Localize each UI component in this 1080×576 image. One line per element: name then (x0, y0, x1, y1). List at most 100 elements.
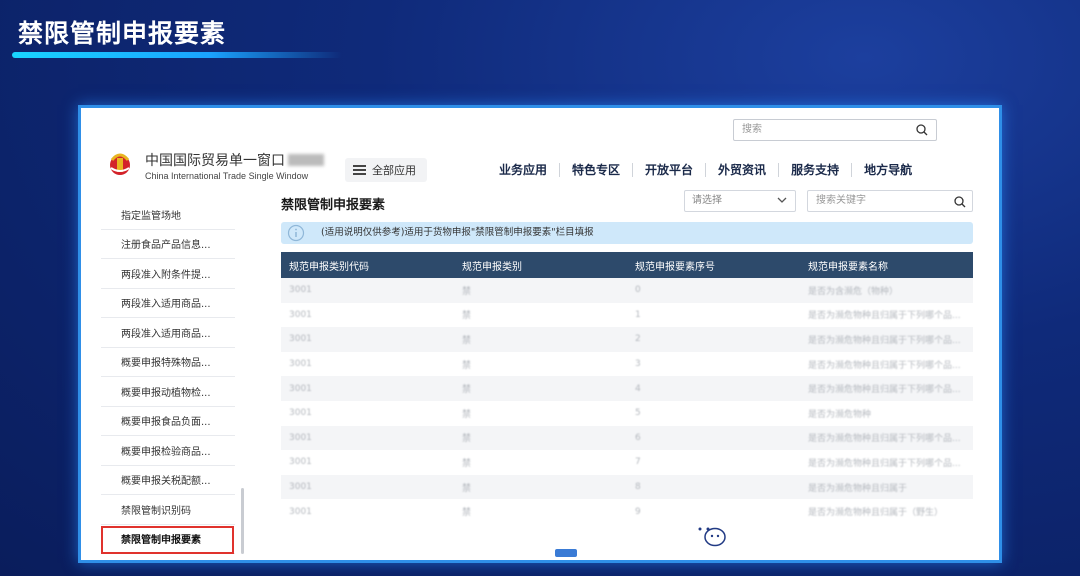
table-cell: 禁 (462, 385, 472, 396)
table-row[interactable]: 3001 禁 8 是否为濒危物种且归属于 (281, 474, 973, 500)
all-apps-button[interactable]: 全部应用 (345, 158, 427, 182)
table-cell: 是否为濒危物种且归属于下列哪个品... (808, 360, 961, 371)
sidebar: 指定监管场地 注册食品产品信息... 两段准入附条件提... 两段准入适用商品.… (101, 200, 235, 554)
logo-title-cn[interactable]: 中国国际贸易单一窗口 (145, 150, 324, 170)
table-cell: 禁 (462, 458, 472, 469)
chevron-down-icon (777, 197, 787, 203)
site-header: 中国国际贸易单一窗口 China International Trade Sin… (81, 108, 999, 193)
all-apps-label: 全部应用 (372, 164, 416, 177)
table-cell: 4 (635, 383, 641, 394)
nav-local[interactable]: 地方导航 (851, 163, 924, 177)
table-cell: 7 (635, 457, 641, 468)
screenshot-frame: 中国国际贸易单一窗口 China International Trade Sin… (78, 105, 1002, 563)
search-icon[interactable] (954, 196, 966, 208)
sidebar-item[interactable]: 指定监管场地 (101, 200, 235, 230)
table-row[interactable]: 3001 禁 4 是否为濒危物种且归属于下列哪个品... (281, 376, 973, 401)
page-title: 禁限管制申报要素 (281, 198, 386, 213)
table-cell: 禁 (462, 360, 472, 371)
menu-icon (353, 165, 366, 175)
column-header: 规范申报类别 (462, 261, 522, 273)
category-select-placeholder: 请选择 (692, 195, 722, 206)
keyword-search-placeholder: 搜索关键字 (816, 195, 866, 206)
sidebar-item[interactable]: 概要申报食品负面... (101, 407, 235, 436)
usage-notice: (适用说明仅供参考)适用于货物申报"禁限管制申报要素"栏目填报 (281, 222, 973, 244)
nav-support[interactable]: 服务支持 (778, 163, 851, 177)
site-search-input[interactable]: 搜索 (733, 119, 937, 141)
table-cell: 是否为含濒危（物种） (808, 286, 899, 297)
table-cell: 1 (635, 309, 641, 320)
usage-notice-text: (适用说明仅供参考)适用于货物申报"禁限管制申报要素"栏目填报 (321, 227, 594, 238)
table-cell: 3 (635, 359, 641, 370)
table-cell: 禁 (462, 508, 472, 519)
watermark-text: 公众号 · 云路网络科技 (736, 522, 987, 550)
table-cell: 3001 (289, 482, 312, 493)
wechat-icon (692, 520, 726, 546)
nav-business-apps[interactable]: 业务应用 (499, 163, 559, 177)
table-body: 3001 禁 0 是否为含濒危（物种） 3001 禁 1 是否为濒危物种且归属于下列哪个品.… (281, 278, 973, 524)
sidebar-item[interactable]: 概要申报关税配额... (101, 466, 235, 495)
table-row[interactable]: 3001 禁 7 是否为濒危物种且归属于下列哪个品... (281, 450, 973, 475)
sidebar-item-active[interactable]: 禁限管制申报要素 (101, 525, 235, 554)
nav-trade-news[interactable]: 外贸资讯 (705, 163, 778, 177)
table-cell: 是否为濒危物种 (808, 409, 872, 420)
sidebar-item[interactable]: 概要申报特殊物品... (101, 348, 235, 377)
single-window-logo-icon (110, 153, 130, 175)
table-row[interactable]: 3001 禁 1 是否为濒危物种且归属于下列哪个品... (281, 303, 973, 328)
sidebar-item[interactable]: 概要申报检验商品... (101, 436, 235, 466)
table-cell: 禁 (462, 311, 472, 322)
table-cell: 3001 (289, 408, 312, 419)
table-row[interactable]: 3001 禁 3 是否为濒危物种且归属于下列哪个品... (281, 352, 973, 377)
table-cell: 6 (635, 432, 641, 443)
declaration-elements-table: 规范申报类别代码 规范申报类别 规范申报要素序号 规范申报要素名称 3001 禁 0… (281, 252, 973, 524)
sidebar-item[interactable]: 两段准入适用商品... (101, 318, 235, 348)
table-header: 规范申报类别代码 规范申报类别 规范申报要素序号 规范申报要素名称 (281, 252, 973, 278)
pagination-current[interactable] (555, 549, 577, 557)
table-cell: 8 (635, 482, 641, 493)
table-cell: 是否为濒危物种且归属于下列哪个品... (808, 311, 961, 322)
table-cell: 3001 (289, 359, 312, 370)
category-select[interactable]: 请选择 (684, 190, 796, 212)
column-header: 规范申报要素名称 (808, 261, 888, 273)
table-cell: 是否为濒危物种且归属于下列哪个品... (808, 335, 961, 346)
nav-open-platform[interactable]: 开放平台 (632, 163, 705, 177)
table-cell: 5 (635, 408, 641, 419)
sidebar-item[interactable]: 两段准入适用商品... (101, 289, 235, 318)
logo-title-en: China International Trade Single Window (145, 171, 309, 181)
table-cell: 是否为濒危物种且归属于下列哪个品... (808, 385, 961, 396)
table-cell: 3001 (289, 309, 312, 320)
table-row[interactable]: 3001 禁 6 是否为濒危物种且归属于下列哪个品... (281, 425, 973, 451)
table-row[interactable]: 3001 禁 0 是否为含濒危（物种） (281, 278, 973, 303)
sidebar-item[interactable]: 概要申报动植物检... (101, 377, 235, 407)
sidebar-item[interactable]: 禁限管制识别码 (101, 495, 235, 525)
nav-featured-zone[interactable]: 特色专区 (559, 163, 632, 177)
search-icon[interactable] (916, 124, 928, 136)
table-cell: 3001 (289, 506, 312, 517)
table-row[interactable]: 3001 禁 2 是否为濒危物种且归属于下列哪个品... (281, 327, 973, 352)
table-cell: 3001 (289, 432, 312, 443)
table-cell: 是否为濒危物种且归属于下列哪个品... (808, 458, 961, 469)
site-search-placeholder: 搜索 (742, 124, 762, 135)
wechat-watermark: 公众号 · 云路网络科技 (690, 516, 987, 551)
sidebar-item[interactable]: 注册食品产品信息... (101, 230, 235, 259)
table-cell: 3001 (289, 457, 312, 468)
title-underline (12, 52, 342, 58)
table-cell: 禁 (462, 434, 472, 445)
sidebar-scrollbar[interactable] (241, 488, 244, 554)
column-header: 规范申报要素序号 (635, 261, 715, 273)
table-cell: 禁 (462, 409, 472, 420)
table-cell: 是否为濒危物种且归属于 (808, 483, 908, 494)
table-cell: 是否为濒危物种且归属于下列哪个品... (808, 434, 961, 445)
table-row[interactable]: 3001 禁 5 是否为濒危物种 (281, 401, 973, 426)
table-cell: 3001 (289, 334, 312, 345)
table-cell: 禁 (462, 335, 472, 346)
table-cell: 3001 (289, 285, 312, 296)
table-cell: 2 (635, 334, 641, 345)
info-icon (287, 224, 305, 242)
keyword-search-input[interactable]: 搜索关键字 (807, 190, 973, 212)
main-nav: 业务应用 特色专区 开放平台 外贸资讯 服务支持 地方导航 (499, 163, 924, 177)
sidebar-item[interactable]: 两段准入附条件提... (101, 259, 235, 289)
table-cell: 0 (635, 285, 641, 296)
table-cell: 禁 (462, 286, 472, 297)
table-cell: 禁 (462, 483, 472, 494)
column-header: 规范申报类别代码 (289, 261, 369, 273)
